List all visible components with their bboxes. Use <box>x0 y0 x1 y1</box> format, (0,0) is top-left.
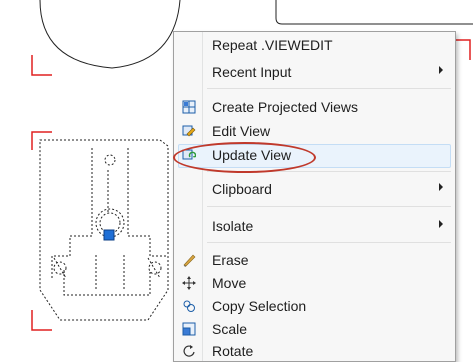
edit-view-icon <box>181 123 197 139</box>
submenu-arrow-icon <box>439 66 443 74</box>
erase-icon <box>181 252 197 268</box>
menu-item-label: Rotate <box>212 343 254 359</box>
menu-item-label: Copy Selection <box>212 298 307 314</box>
update-view-icon <box>181 147 197 163</box>
menu-separator <box>207 88 451 89</box>
menu-item-label: Repeat .VIEWEDIT <box>212 37 333 53</box>
menu-item-label: Erase <box>212 252 249 268</box>
context-menu: Repeat .VIEWEDIT Recent Input Create Pro… <box>173 31 456 362</box>
menu-item-clipboard[interactable]: Clipboard <box>176 178 453 200</box>
scale-icon <box>181 321 197 337</box>
menu-separator <box>207 171 451 172</box>
move-icon <box>181 275 197 291</box>
menu-item-label: Create Projected Views <box>212 99 359 115</box>
view-bottom-left[interactable] <box>31 131 169 331</box>
menu-item-create-projected-views[interactable]: Create Projected Views <box>176 96 453 118</box>
projected-views-icon <box>181 99 197 115</box>
menu-item-label: Recent Input <box>212 64 292 80</box>
menu-item-scale[interactable]: Scale <box>176 318 453 340</box>
menu-item-label: Update View <box>212 147 292 163</box>
view-top-left[interactable] <box>31 0 181 76</box>
submenu-arrow-icon <box>439 183 443 191</box>
submenu-arrow-icon <box>439 220 443 228</box>
menu-item-move[interactable]: Move <box>176 272 453 294</box>
menu-separator <box>207 242 451 243</box>
menu-item-repeat-viewedit[interactable]: Repeat .VIEWEDIT <box>176 34 453 56</box>
rotate-icon <box>181 343 197 359</box>
menu-separator <box>207 206 451 207</box>
menu-item-label: Isolate <box>212 218 254 234</box>
menu-item-label: Scale <box>212 321 248 337</box>
menu-item-copy-selection[interactable]: Copy Selection <box>176 295 453 317</box>
selection-grip[interactable] <box>103 229 115 241</box>
menu-item-label: Move <box>212 275 247 291</box>
menu-item-label: Clipboard <box>212 181 272 197</box>
menu-item-rotate[interactable]: Rotate <box>176 340 453 362</box>
menu-item-isolate[interactable]: Isolate <box>176 215 453 237</box>
menu-item-erase[interactable]: Erase <box>176 249 453 271</box>
menu-item-recent-input[interactable]: Recent Input <box>176 61 453 83</box>
menu-item-label: Edit View <box>212 123 271 139</box>
copy-selection-icon <box>181 298 197 314</box>
menu-item-edit-view[interactable]: Edit View <box>176 120 453 142</box>
menu-item-update-view[interactable]: Update View <box>176 144 453 166</box>
